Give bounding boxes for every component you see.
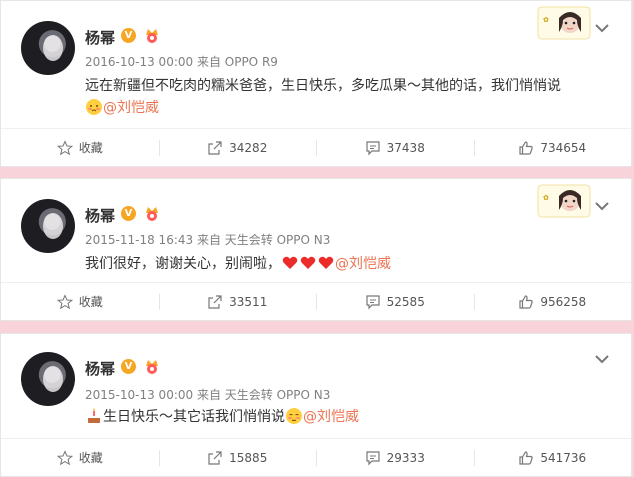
thumbs-up-icon — [519, 140, 534, 155]
favorite-label: 收藏 — [78, 451, 103, 465]
post-meta: 2016-10-13 00:00 来自 OPPO R9 — [85, 55, 278, 69]
heart-emoji-icon — [318, 256, 334, 269]
repost-count: 34282 — [229, 140, 268, 155]
post-meta: 2015-10-13 00:00 来自 天生会转 OPPO N3 — [85, 388, 331, 402]
post-meta: 2015-11-18 16:43 来自 天生会转 OPPO N3 — [85, 233, 331, 247]
post-text: 生日快乐～其它话我们悄悄说 @刘恺威 — [85, 406, 359, 428]
like-count: 734654 — [540, 140, 587, 155]
verified-v-icon: V — [121, 28, 136, 43]
weibo-post: 杨幂 V 2015-10-13 00:00 来自 天生会转 OPPO N3 生日… — [0, 333, 632, 477]
comment-icon — [366, 140, 380, 155]
shy-face-emoji-icon — [86, 99, 102, 115]
favorite-button[interactable]: 收藏 — [1, 283, 159, 320]
author-name[interactable]: 杨幂 — [85, 205, 115, 226]
avatar[interactable] — [21, 199, 75, 253]
comment-icon — [366, 450, 380, 465]
favorite-button[interactable]: 收藏 — [1, 439, 159, 476]
author-name[interactable]: 杨幂 — [85, 358, 115, 379]
avatar[interactable] — [21, 352, 75, 406]
svg-text:✿: ✿ — [543, 16, 549, 24]
crown-badge-icon — [146, 207, 158, 221]
verified-v-icon: V — [121, 206, 136, 221]
comment-icon — [366, 294, 380, 309]
mention-link[interactable]: @刘恺威 — [103, 100, 159, 116]
chevron-down-icon[interactable] — [595, 354, 609, 364]
thumbs-up-icon — [519, 450, 534, 465]
like-button[interactable]: 734654 — [473, 129, 632, 166]
comment-count: 52585 — [386, 294, 425, 309]
repost-count: 33511 — [229, 294, 268, 309]
share-icon — [208, 294, 222, 309]
repost-button[interactable]: 34282 — [158, 129, 317, 166]
repost-button[interactable]: 15885 — [158, 439, 317, 476]
like-count: 541736 — [540, 450, 587, 465]
crown-badge-icon — [146, 360, 158, 374]
favorite-label: 收藏 — [78, 141, 103, 155]
action-bar: 收藏 33511 52585 956258 — [1, 282, 631, 320]
chevron-down-icon[interactable] — [595, 23, 609, 33]
weibo-post: ✿ 杨幂 V 2016-10-13 00:00 来自 OPPO R9 远在新疆但… — [0, 0, 632, 167]
post-text-body: 远在新疆但不吃肉的糯米爸爸，生日快乐，多吃瓜果～其他的话，我们悄悄说 — [85, 78, 561, 94]
like-button[interactable]: 956258 — [473, 283, 632, 320]
chevron-down-icon[interactable] — [595, 201, 609, 211]
mention-link[interactable]: @刘恺威 — [335, 256, 391, 272]
favorite-button[interactable]: 收藏 — [1, 129, 159, 166]
like-count: 956258 — [540, 294, 587, 309]
comment-button[interactable]: 37438 — [316, 129, 474, 166]
mention-link[interactable]: @刘恺威 — [303, 409, 359, 425]
star-icon — [56, 449, 73, 465]
crown-badge-icon — [146, 29, 158, 43]
heart-emoji-icon — [300, 256, 316, 269]
share-icon — [208, 450, 222, 465]
comment-count: 29333 — [386, 450, 425, 465]
comment-button[interactable]: 29333 — [316, 439, 474, 476]
share-icon — [208, 140, 222, 155]
repost-button[interactable]: 33511 — [158, 283, 317, 320]
svg-text:✿: ✿ — [543, 194, 549, 202]
action-bar: 收藏 34282 37438 734654 — [1, 128, 631, 166]
favorite-label: 收藏 — [78, 295, 103, 309]
star-icon — [56, 139, 73, 155]
comment-button[interactable]: 52585 — [316, 283, 474, 320]
thumbs-up-icon — [519, 294, 534, 309]
birthday-cake-emoji-icon — [88, 408, 100, 423]
heart-emoji-icon — [282, 256, 298, 269]
star-icon — [56, 293, 73, 309]
portrait-sticker-icon: ✿ — [537, 184, 591, 218]
post-text-body: 我们很好，谢谢关心，别闹啦， — [85, 256, 281, 272]
shy-face-emoji-icon — [286, 408, 302, 424]
post-text: 远在新疆但不吃肉的糯米爸爸，生日快乐，多吃瓜果～其他的话，我们悄悄说 @刘恺威 — [85, 75, 625, 119]
comment-count: 37438 — [386, 140, 425, 155]
post-text-body: 生日快乐～其它话我们悄悄说 — [103, 409, 285, 425]
portrait-sticker-icon: ✿ — [537, 6, 591, 40]
avatar[interactable] — [21, 21, 75, 75]
repost-count: 15885 — [229, 450, 268, 465]
action-bar: 收藏 15885 29333 541736 — [1, 438, 631, 476]
author-name[interactable]: 杨幂 — [85, 27, 115, 48]
like-button[interactable]: 541736 — [473, 439, 632, 476]
verified-v-icon: V — [121, 359, 136, 374]
post-text: 我们很好，谢谢关心，别闹啦， @刘恺威 — [85, 253, 391, 275]
weibo-post: ✿ 杨幂 V 2015-11-18 16:43 来自 天生会转 OPPO N3 … — [0, 178, 632, 321]
